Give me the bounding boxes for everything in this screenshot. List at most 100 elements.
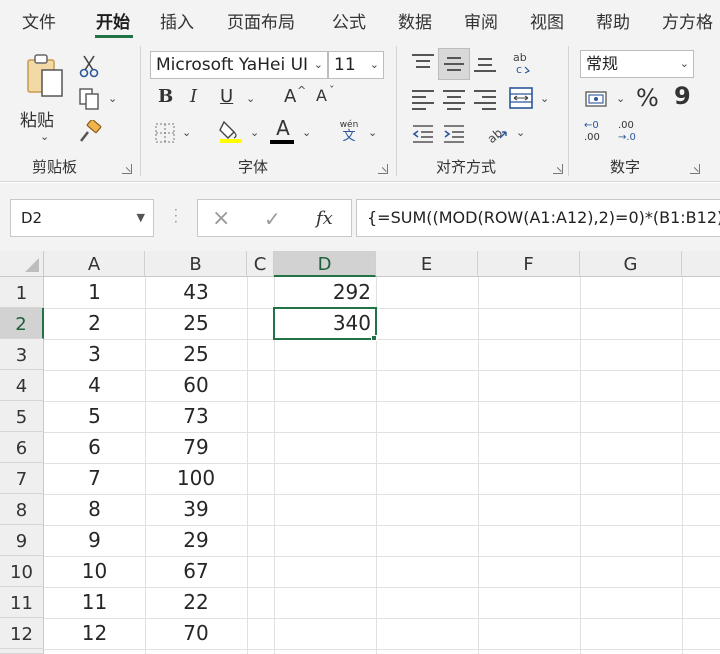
percent-style-button[interactable]: % (636, 86, 659, 110)
font-color-button[interactable]: A (270, 118, 296, 146)
underline-button[interactable]: U (220, 88, 233, 106)
accounting-format-icon[interactable] (584, 88, 610, 110)
increase-indent-icon[interactable] (442, 124, 466, 144)
confirm-icon[interactable]: ✓ (264, 207, 281, 231)
comma-style-button[interactable]: 9 (674, 84, 691, 108)
orientation-icon[interactable]: ab c (510, 50, 536, 76)
decrease-indent-icon[interactable] (411, 124, 435, 144)
number-format-select[interactable]: 常规 ⌄ (580, 50, 694, 78)
tab-help[interactable]: 帮助 (596, 8, 630, 33)
phonetic-button[interactable]: wén 文 (336, 120, 362, 146)
cell-b11[interactable]: 22 (145, 587, 247, 618)
cell-b7[interactable]: 100 (145, 463, 247, 494)
font-name-select[interactable]: Microsoft YaHei UI ⌄ (150, 51, 328, 79)
cell-a12[interactable]: 12 (44, 618, 145, 649)
select-all-button[interactable] (0, 251, 44, 277)
accounting-dropdown-icon[interactable]: ⌄ (616, 92, 625, 105)
cell-b6[interactable]: 79 (145, 432, 247, 463)
orientation-dropdown-icon[interactable]: ⌄ (516, 126, 525, 139)
cell-a7[interactable]: 7 (44, 463, 145, 494)
align-center-icon[interactable] (443, 90, 465, 110)
copy-dropdown-icon[interactable]: ⌄ (108, 92, 117, 105)
tab-formulas[interactable]: 公式 (332, 8, 366, 33)
column-header-d[interactable]: D (274, 251, 376, 277)
merge-center-icon[interactable] (508, 86, 534, 110)
column-header-f[interactable]: F (478, 251, 580, 277)
tab-insert[interactable]: 插入 (160, 8, 194, 33)
cell-b1[interactable]: 43 (145, 277, 247, 308)
tab-review[interactable]: 审阅 (464, 8, 498, 33)
copy-icon[interactable] (78, 87, 100, 111)
name-box[interactable]: D2 ▼ (10, 199, 154, 237)
paste-button[interactable]: 粘贴 ⌄ (20, 50, 70, 143)
cell-b10[interactable]: 67 (145, 556, 247, 587)
row-header-3[interactable]: 3 (0, 339, 44, 370)
formula-input[interactable]: {=SUM((MOD(ROW(A1:A12),2)=0)*(B1:B12))} (356, 199, 720, 237)
decrease-decimal-button[interactable]: .00 →.0 (618, 120, 652, 148)
underline-dropdown-icon[interactable]: ⌄ (246, 92, 255, 105)
font-color-dropdown-icon[interactable]: ⌄ (302, 126, 311, 139)
row-header-10[interactable]: 10 (0, 556, 44, 587)
number-launcher-icon[interactable] (690, 164, 700, 174)
clipboard-launcher-icon[interactable] (122, 164, 132, 174)
borders-icon[interactable] (154, 122, 176, 144)
cell-a2[interactable]: 2 (44, 308, 145, 339)
cell-a3[interactable]: 3 (44, 339, 145, 370)
row-header-partial[interactable] (0, 649, 44, 654)
cell-a6[interactable]: 6 (44, 432, 145, 463)
cell-a4[interactable]: 4 (44, 370, 145, 401)
cell-a5[interactable]: 5 (44, 401, 145, 432)
increase-decimal-button[interactable]: ←0 .00 (584, 120, 614, 148)
cell-b8[interactable]: 39 (145, 494, 247, 525)
cell-b2[interactable]: 25 (145, 308, 247, 339)
row-header-8[interactable]: 8 (0, 494, 44, 525)
bold-button[interactable]: B (158, 88, 173, 106)
tab-addin[interactable]: 方方格 (662, 8, 713, 33)
cut-icon[interactable] (78, 54, 100, 78)
row-header-9[interactable]: 9 (0, 525, 44, 556)
shrink-font-button[interactable]: A (316, 88, 327, 104)
column-header-c[interactable]: C (247, 251, 274, 277)
align-bottom-icon[interactable] (474, 58, 496, 78)
align-left-icon[interactable] (412, 90, 434, 110)
column-header-b[interactable]: B (145, 251, 247, 277)
align-top-icon[interactable] (412, 54, 434, 74)
row-header-4[interactable]: 4 (0, 370, 44, 401)
insert-function-icon[interactable]: fx (316, 208, 333, 229)
align-middle-icon[interactable] (438, 48, 470, 80)
fill-color-icon[interactable] (218, 118, 244, 144)
cell-a9[interactable]: 9 (44, 525, 145, 556)
cell-a11[interactable]: 11 (44, 587, 145, 618)
cell-b9[interactable]: 29 (145, 525, 247, 556)
alignment-launcher-icon[interactable] (553, 164, 563, 174)
font-launcher-icon[interactable] (378, 164, 388, 174)
row-header-1[interactable]: 1 (0, 277, 44, 308)
orientation-angle-icon[interactable]: ab (484, 122, 510, 144)
cell-d1[interactable]: 292 (274, 277, 376, 308)
tab-file[interactable]: 文件 (22, 8, 56, 33)
row-header-2[interactable]: 2 (0, 308, 44, 339)
fill-handle[interactable] (371, 335, 377, 341)
cell-a10[interactable]: 10 (44, 556, 145, 587)
column-header-a[interactable]: A (44, 251, 145, 277)
cell-b4[interactable]: 60 (145, 370, 247, 401)
column-header-partial[interactable] (682, 251, 720, 277)
cell-b3[interactable]: 25 (145, 339, 247, 370)
borders-dropdown-icon[interactable]: ⌄ (182, 126, 191, 139)
cell-b5[interactable]: 73 (145, 401, 247, 432)
phonetic-dropdown-icon[interactable]: ⌄ (368, 126, 377, 139)
italic-button[interactable]: I (190, 88, 197, 106)
cell-b12[interactable]: 70 (145, 618, 247, 649)
row-header-11[interactable]: 11 (0, 587, 44, 618)
tab-data[interactable]: 数据 (398, 8, 432, 33)
fill-color-dropdown-icon[interactable]: ⌄ (250, 126, 259, 139)
column-header-g[interactable]: G (580, 251, 682, 277)
cell-a8[interactable]: 8 (44, 494, 145, 525)
column-header-e[interactable]: E (376, 251, 478, 277)
merge-dropdown-icon[interactable]: ⌄ (540, 92, 549, 105)
cancel-icon[interactable]: × (212, 206, 230, 231)
row-header-12[interactable]: 12 (0, 618, 44, 649)
row-header-7[interactable]: 7 (0, 463, 44, 494)
align-right-icon[interactable] (474, 90, 496, 110)
grow-font-button[interactable]: A (284, 88, 296, 106)
